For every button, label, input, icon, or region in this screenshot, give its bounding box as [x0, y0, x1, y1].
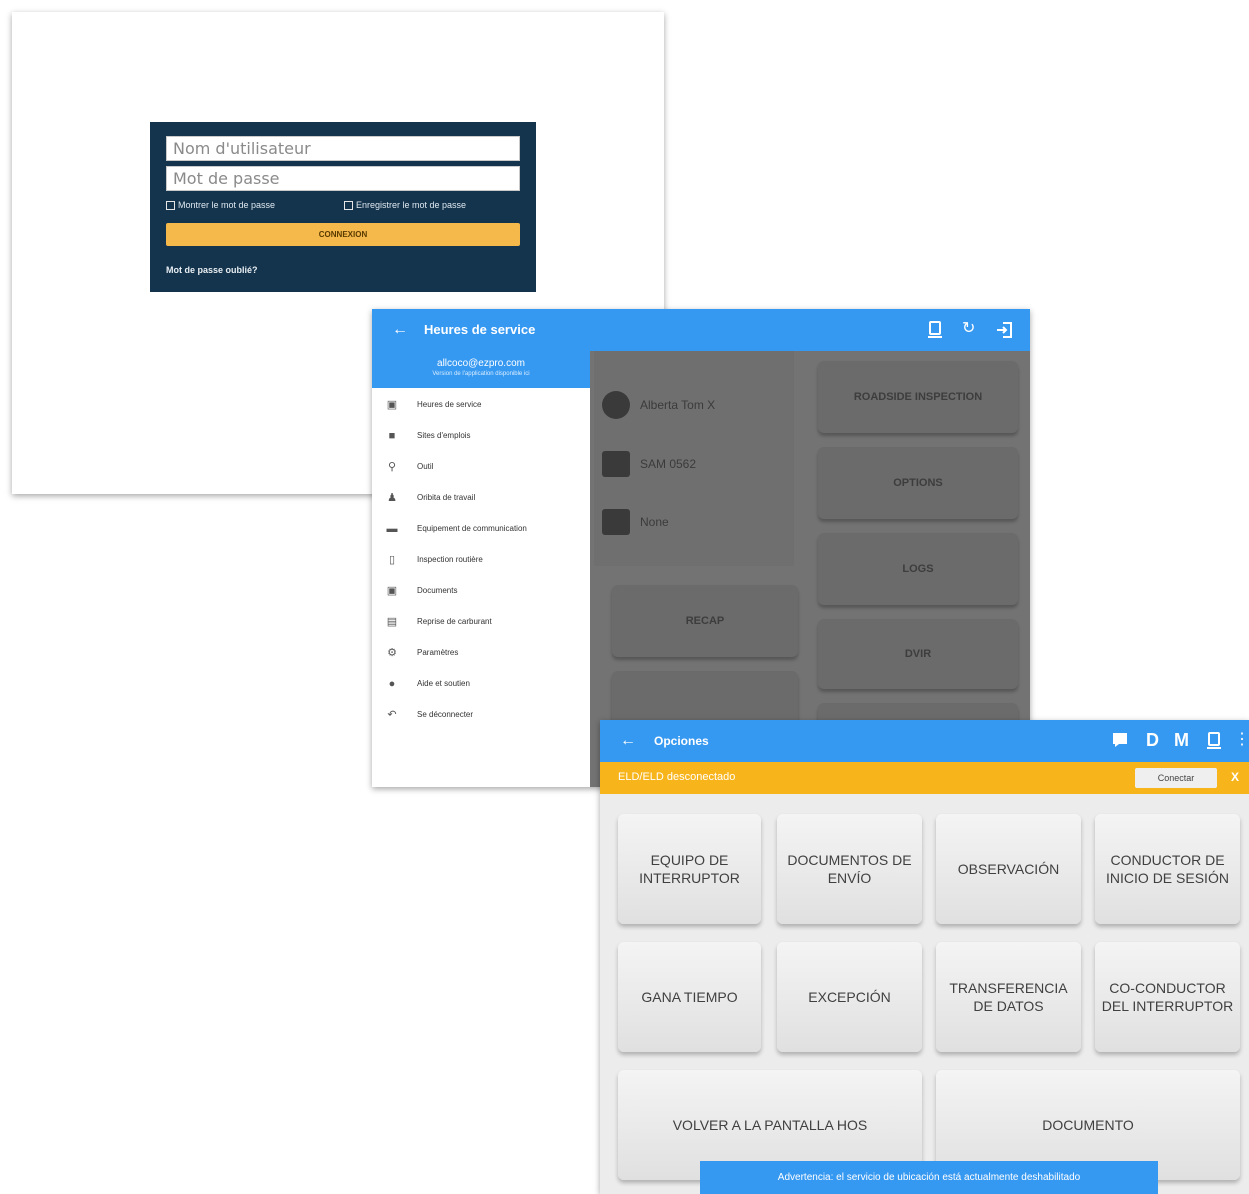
back-arrow-icon[interactable]: ← — [392, 322, 408, 338]
trailer-row[interactable]: None — [602, 509, 669, 535]
driver-name: Alberta Tom X — [640, 398, 716, 412]
drawer-item-documents[interactable]: ▣ Documents — [372, 575, 590, 606]
observation-button[interactable]: OBSERVACIÓN — [936, 814, 1081, 924]
eld-status-bar: ELD/ELD desconectado Conectar X — [600, 762, 1249, 794]
dvir-button[interactable]: DVIR — [818, 619, 1018, 689]
switch-co-driver-button[interactable]: CO-CONDUCTOR DEL INTERRUPTOR — [1095, 942, 1240, 1052]
drawer-item-label: Sites d'emplois — [417, 431, 471, 440]
driver-row[interactable]: Alberta Tom X — [602, 391, 715, 419]
calendar-icon: ▣ — [386, 399, 398, 411]
drawer-item-label: Paramètres — [417, 648, 459, 657]
drawer-item-tool[interactable]: ⚲ Outil — [372, 451, 590, 482]
message-status-icon[interactable]: M — [1174, 730, 1189, 751]
chat-icon[interactable] — [1112, 732, 1128, 752]
document-icon: ▯ — [388, 554, 396, 566]
overflow-menu-icon[interactable]: ⋮ — [1234, 732, 1249, 748]
close-icon[interactable]: X — [1231, 770, 1239, 784]
drawer-email: allcoco@ezpro.com — [437, 358, 525, 369]
back-arrow-icon[interactable]: ← — [620, 733, 636, 749]
logout-icon[interactable] — [996, 321, 1014, 343]
truck-icon: ■ — [388, 429, 396, 442]
device-icon[interactable] — [927, 321, 943, 343]
vehicle-row[interactable]: SAM 0562 — [602, 451, 696, 477]
switch-equipment-button[interactable]: EQUIPO DE INTERRUPTOR — [618, 814, 761, 924]
show-password-label: Montrer le mot de passe — [178, 200, 276, 210]
save-password-checkbox[interactable]: Enregistrer le mot de passe — [344, 200, 466, 210]
drawer-item-label: Oribita de travail — [417, 493, 476, 502]
drawer-item-label: Heures de service — [417, 400, 482, 409]
login-button[interactable]: CONNEXION — [166, 223, 520, 246]
refresh-icon[interactable]: ↻ — [962, 321, 975, 337]
drawer-item-communication-equipment[interactable]: ▬ Equipement de communication — [372, 513, 590, 544]
hos-toolbar: ← Heures de service ↻ — [372, 309, 1030, 351]
eld-status-text: ELD/ELD desconectado — [618, 771, 736, 783]
driving-status-icon[interactable]: D — [1146, 730, 1159, 751]
hos-screen: ← Heures de service ↻ Alberta Tom X SAM … — [372, 309, 1030, 787]
drawer-item-label: Se déconnecter — [417, 710, 474, 719]
drawer-item-label: Aide et soutien — [417, 679, 470, 688]
trailer-label: None — [640, 515, 669, 529]
drawer-item-label: Reprise de carburant — [417, 617, 492, 626]
options-screen: ← Opciones D M ⋮ ELD/ELD desconectado Co… — [600, 720, 1249, 1194]
logout-icon: ↶ — [387, 709, 397, 721]
drawer-item-job-sites[interactable]: ■ Sites d'emplois — [372, 420, 590, 451]
password-field[interactable]: Mot de passe — [166, 166, 520, 191]
lock-icon: ▤ — [386, 616, 398, 628]
drawer-header: allcoco@ezpro.com Version de l'applicati… — [372, 351, 590, 388]
logs-button[interactable]: LOGS — [818, 533, 1018, 605]
gear-icon: ⚙ — [387, 647, 397, 659]
location-warning-toast: Advertencia: el servicio de ubicación es… — [700, 1161, 1158, 1194]
navigation-drawer: allcoco@ezpro.com Version de l'applicati… — [372, 351, 590, 787]
vehicle-label: SAM 0562 — [640, 457, 697, 471]
login-form: Nom d'utilisateur Mot de passe Montrer l… — [150, 122, 536, 292]
shipping-documents-button[interactable]: DOCUMENTOS DE ENVÍO — [777, 814, 922, 924]
drawer-item-settings[interactable]: ⚙ Paramètres — [372, 637, 590, 668]
drawer-subtext[interactable]: Version de l'application disponible ici — [372, 371, 590, 377]
drawer-item-label: Outil — [417, 462, 434, 471]
drawer-item-label: Equipement de communication — [417, 524, 527, 533]
roadside-inspection-button[interactable]: ROADSIDE INSPECTION — [818, 361, 1018, 433]
drawer-item-work-orbit[interactable]: ♟ Oribita de travail — [372, 482, 590, 513]
username-field[interactable]: Nom d'utilisateur — [166, 136, 520, 161]
exception-button[interactable]: EXCEPCIÓN — [777, 942, 922, 1052]
truck-icon — [602, 451, 630, 477]
help-icon: ● — [388, 677, 396, 690]
avatar-icon — [602, 391, 630, 419]
drawer-item-label: Inspection routière — [417, 555, 483, 564]
document-icon: ▣ — [386, 585, 398, 597]
drawer-item-fuel-receipt[interactable]: ▤ Reprise de carburant — [372, 606, 590, 637]
device-icon[interactable] — [1206, 732, 1222, 754]
person-icon: ♟ — [387, 492, 397, 504]
gain-time-button[interactable]: GANA TIEMPO — [618, 942, 761, 1052]
trailer-icon — [602, 509, 630, 535]
show-password-checkbox[interactable]: Montrer le mot de passe — [166, 200, 275, 210]
options-button[interactable]: OPTIONS — [818, 447, 1018, 519]
drawer-item-hours-of-service[interactable]: ▣ Heures de service — [372, 389, 590, 420]
recap-button[interactable]: RECAP — [612, 585, 798, 657]
drawer-item-roadside-inspection[interactable]: ▯ Inspection routière — [372, 544, 590, 575]
drawer-item-label: Documents — [417, 586, 458, 595]
truck-icon: ▬ — [386, 522, 398, 535]
page-title: Heures de service — [424, 322, 536, 337]
options-toolbar: ← Opciones D M ⋮ — [600, 720, 1249, 762]
drawer-item-help[interactable]: ● Aide et soutien — [372, 668, 590, 699]
drawer-item-logout[interactable]: ↶ Se déconnecter — [372, 699, 590, 730]
connect-button[interactable]: Conectar — [1135, 768, 1217, 788]
checkbox-icon[interactable] — [344, 200, 353, 210]
data-transfer-button[interactable]: TRANSFERENCIA DE DATOS — [936, 942, 1081, 1052]
save-password-label: Enregistrer le mot de passe — [356, 200, 467, 210]
checkbox-icon[interactable] — [166, 200, 175, 210]
page-title: Opciones — [654, 734, 709, 748]
forgot-password-link[interactable]: Mot de passe oublié? — [166, 265, 258, 275]
search-icon: ⚲ — [387, 461, 397, 473]
login-driver-button[interactable]: CONDUCTOR DE INICIO DE SESIÓN — [1095, 814, 1240, 924]
